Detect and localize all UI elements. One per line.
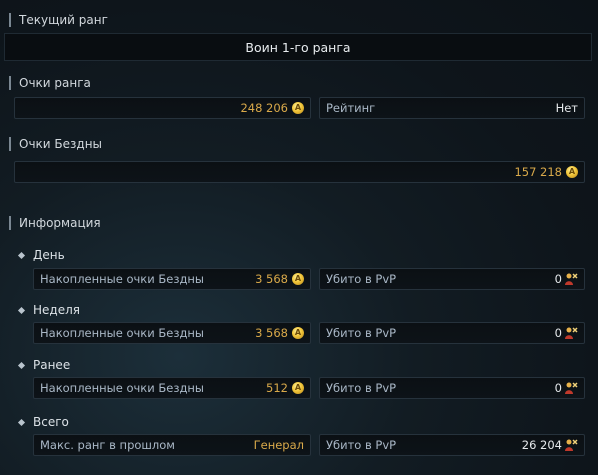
abyss-coin-icon: [292, 327, 304, 339]
field-value: 26 204: [521, 438, 562, 452]
rank-points-heading: Очки ранга: [0, 73, 91, 93]
week-pvp-field: Убито в PvP 0: [319, 322, 585, 344]
period-name: День: [33, 248, 65, 262]
abyss-points-field: 157 218: [14, 161, 585, 183]
period-earlier-heading: Ранее: [17, 358, 71, 372]
current-rank-heading: Текущий ранг: [0, 10, 108, 30]
heading-bar: [9, 13, 11, 27]
info-heading: Информация: [0, 213, 101, 233]
current-rank-title: Текущий ранг: [19, 13, 108, 27]
earlier-abyss-field: Накопленные очки Бездны 512: [33, 377, 311, 399]
field-value: Генерал: [253, 438, 304, 452]
field-value: 0: [554, 326, 562, 340]
abyss-points-value: 157 218: [514, 165, 562, 179]
info-title: Информация: [19, 216, 101, 230]
day-abyss-field: Накопленные очки Бездны 3 568: [33, 268, 311, 290]
rating-field: Рейтинг Нет: [319, 97, 585, 119]
abyss-coin-icon: [292, 382, 304, 394]
diamond-icon: [17, 251, 26, 259]
period-name: Ранее: [33, 358, 71, 372]
field-label: Убито в PvP: [326, 438, 397, 452]
pvp-kill-icon: [565, 382, 578, 394]
field-value: 3 568: [255, 326, 288, 340]
period-day-heading: День: [17, 248, 65, 262]
diamond-icon: [17, 306, 26, 314]
rank-points-field: 248 206: [14, 97, 311, 119]
field-value: 3 568: [255, 272, 288, 286]
field-label: Убито в PvP: [326, 326, 397, 340]
abyss-coin-icon: [292, 102, 304, 114]
period-name: Всего: [33, 415, 69, 429]
abyss-points-title: Очки Бездны: [19, 137, 103, 151]
total-pvp-field: Убито в PvP 26 204: [319, 434, 585, 456]
total-max-rank-field: Макс. ранг в прошлом Генерал: [33, 434, 311, 456]
earlier-pvp-field: Убито в PvP 0: [319, 377, 585, 399]
pvp-kill-icon: [565, 327, 578, 339]
field-label: Накопленные очки Бездны: [40, 381, 205, 395]
field-value: 0: [554, 381, 562, 395]
abyss-coin-icon: [292, 273, 304, 285]
abyss-coin-icon: [566, 166, 578, 178]
rating-value: Нет: [555, 101, 578, 115]
field-label: Убито в PvP: [326, 381, 397, 395]
field-label: Убито в PvP: [326, 272, 397, 286]
period-name: Неделя: [33, 303, 80, 317]
field-label: Макс. ранг в прошлом: [40, 438, 175, 452]
heading-bar: [9, 76, 11, 90]
period-week-heading: Неделя: [17, 303, 80, 317]
period-total-heading: Всего: [17, 415, 69, 429]
current-rank-value: Воин 1-го ранга: [245, 39, 351, 55]
field-value: 0: [554, 272, 562, 286]
field-label: Накопленные очки Бездны: [40, 326, 205, 340]
heading-bar: [9, 137, 11, 151]
field-value: 512: [266, 381, 288, 395]
field-label: Накопленные очки Бездны: [40, 272, 205, 286]
week-abyss-field: Накопленные очки Бездны 3 568: [33, 322, 311, 344]
day-pvp-field: Убито в PvP 0: [319, 268, 585, 290]
heading-bar: [9, 216, 11, 230]
diamond-icon: [17, 361, 26, 369]
rating-label: Рейтинг: [326, 101, 376, 115]
diamond-icon: [17, 418, 26, 426]
current-rank-box: Воин 1-го ранга: [4, 33, 592, 61]
abyss-points-heading: Очки Бездны: [0, 134, 102, 154]
rank-points-value: 248 206: [240, 101, 288, 115]
pvp-kill-icon: [565, 439, 578, 451]
rank-points-title: Очки ранга: [19, 76, 91, 90]
pvp-kill-icon: [565, 273, 578, 285]
